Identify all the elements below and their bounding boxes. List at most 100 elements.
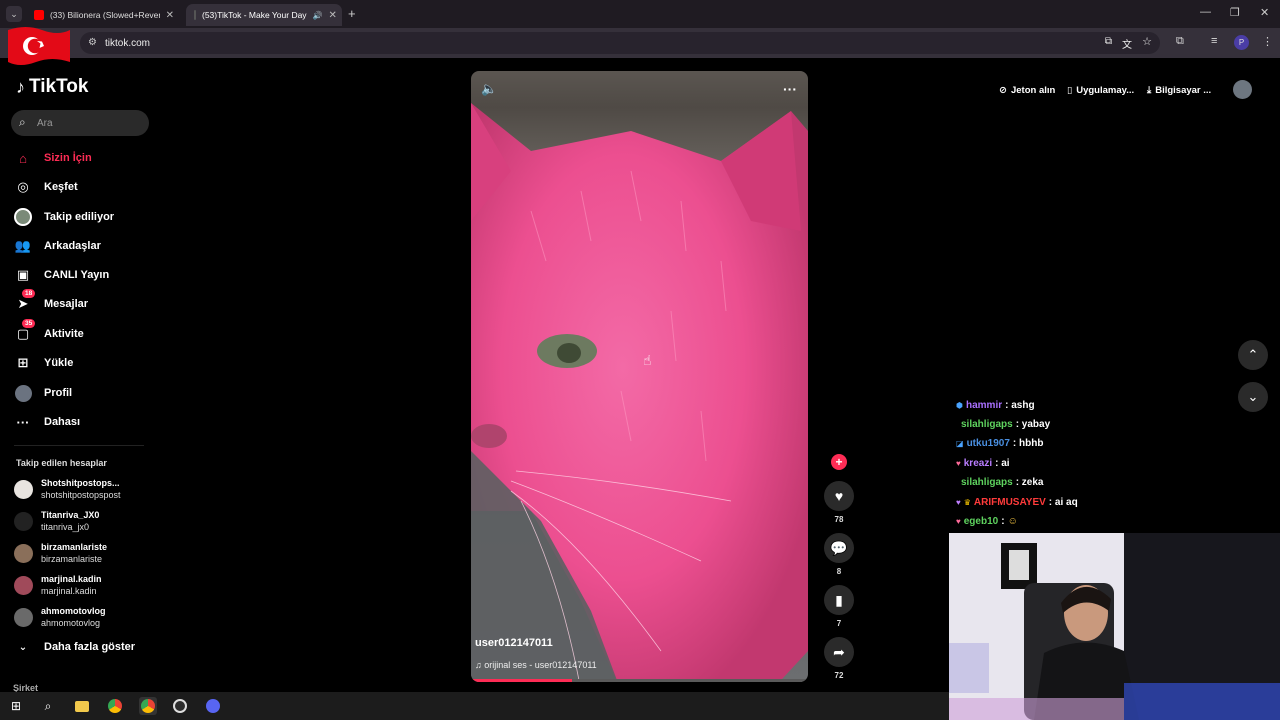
install-app-icon[interactable]: ⧉ xyxy=(1105,36,1112,47)
obs-icon[interactable] xyxy=(171,697,189,715)
activity-badge: 35 xyxy=(22,319,36,328)
nav-live[interactable]: ▣ CANLI Yayın xyxy=(14,263,109,287)
chrome-icon[interactable] xyxy=(106,697,124,715)
nav-friends[interactable]: 👥 Arkadaşlar xyxy=(14,234,101,258)
heart-icon: ♥ xyxy=(824,481,854,511)
divider xyxy=(14,445,144,446)
home-icon: ⌂ xyxy=(19,150,27,166)
nav-for-you[interactable]: ⌂ Sizin İçin xyxy=(14,146,92,170)
video-options-icon[interactable]: ··· xyxy=(783,81,797,97)
show-more-button[interactable]: ⌄ Daha fazla göster xyxy=(14,635,135,659)
account-name: Titanriva_JX0 xyxy=(41,510,100,520)
nav-label: Keşfet xyxy=(44,181,78,193)
nav-activity[interactable]: ▢ 35 Aktivite xyxy=(14,319,84,346)
browser-tab-bar: ⌄ (33) Bilionera (Slowed+Reverb) ✕ (53)T… xyxy=(0,0,1280,28)
windows-start-icon[interactable]: ⊞ xyxy=(7,697,25,715)
nav-messages[interactable]: ➤ 18 Mesajlar xyxy=(14,289,89,316)
restore-button[interactable]: ❐ xyxy=(1230,6,1240,19)
following-account[interactable]: birzamanlariste birzamanlariste xyxy=(14,542,107,565)
close-tab-icon[interactable]: ✕ xyxy=(329,10,337,21)
following-account[interactable]: Titanriva_JX0 titanriva_jx0 xyxy=(14,510,99,533)
video-player[interactable]: 🔈 ··· user012147011 ♫ orijinal ses - use… xyxy=(471,71,808,682)
avatar xyxy=(14,576,33,595)
comment-count: 8 xyxy=(836,567,842,576)
new-tab-button[interactable]: + xyxy=(348,6,356,21)
site-info-icon[interactable]: ⚙ xyxy=(88,37,97,48)
desktop-label: Bilgisayar ... xyxy=(1155,84,1212,96)
account-handle: shotshitpostopspost xyxy=(41,489,121,500)
logo-text: TikTok xyxy=(29,76,89,97)
share-action[interactable]: ➦ 72 xyxy=(824,637,854,680)
comment-action[interactable]: 💬 8 xyxy=(824,533,854,576)
search-input[interactable]: ⌕ Ara xyxy=(11,110,149,136)
close-window-button[interactable]: ✕ xyxy=(1260,6,1269,19)
more-icon: ··· xyxy=(16,414,30,430)
get-app-button[interactable]: ▯ Uygulamay... xyxy=(1067,82,1134,98)
translate-icon[interactable]: 文 xyxy=(1122,36,1132,51)
following-account[interactable]: ahmomotovlog ahmomotovlog xyxy=(14,606,106,629)
crown-icon: ♛ xyxy=(963,498,971,507)
like-count: 78 xyxy=(834,515,844,524)
live-icon: ▣ xyxy=(16,267,30,282)
account-handle: ahmomotovlog xyxy=(41,617,101,628)
close-tab-icon[interactable]: ✕ xyxy=(166,10,174,21)
emoji-icon: ☺ xyxy=(1007,516,1018,527)
profile-avatar[interactable]: P xyxy=(1234,35,1249,50)
nav-following[interactable]: Takip ediliyor xyxy=(14,205,114,229)
nav-label: Arkadaşlar xyxy=(44,240,101,252)
previous-video-button[interactable]: ⌃ xyxy=(1238,340,1268,370)
bookmark-count: 7 xyxy=(836,619,842,628)
user-avatar[interactable] xyxy=(1233,80,1252,99)
cat-video-frame xyxy=(471,103,808,682)
nav-label: Profil xyxy=(44,387,73,399)
url-text: tiktok.com xyxy=(105,37,151,49)
account-handle: birzamanlariste xyxy=(41,553,103,564)
video-sound[interactable]: ♫ orijinal ses - user012147011 xyxy=(475,660,597,670)
tiktok-logo[interactable]: ♪ TikTok xyxy=(16,76,88,98)
nav-label: Mesajlar xyxy=(44,298,89,310)
video-username[interactable]: user012147011 xyxy=(475,637,553,649)
following-account[interactable]: Shotshitpostops... shotshitpostopspost xyxy=(14,478,121,501)
tab-tiktok[interactable]: (53)TikTok - Make Your Day 🔊 ✕ xyxy=(186,4,342,26)
account-handle: titanriva_jx0 xyxy=(41,521,90,532)
nav-profile[interactable]: Profil xyxy=(14,381,72,405)
bookmark-action[interactable]: ▮ 7 xyxy=(824,585,854,628)
hand-cursor-icon: ☝ xyxy=(643,352,652,368)
nav-explore[interactable]: ◎ Keşfet xyxy=(14,175,78,199)
url-field[interactable]: ⚙ tiktok.com ⧉ 文 ☆ xyxy=(80,32,1160,54)
avatar xyxy=(14,608,33,627)
avatar xyxy=(14,480,33,499)
chrome-active-icon[interactable] xyxy=(139,697,157,715)
badge-icon: ◪ xyxy=(956,439,964,448)
next-video-button[interactable]: ⌄ xyxy=(1238,382,1268,412)
tab-search-button[interactable]: ⌄ xyxy=(6,6,22,22)
file-explorer-icon[interactable] xyxy=(73,697,91,715)
following-account[interactable]: marjinal.kadin marjinal.kadin xyxy=(14,574,102,597)
media-control-icon[interactable]: ≡ xyxy=(1211,35,1217,47)
app-label: Uygulamay... xyxy=(1076,84,1135,96)
menu-kebab-icon[interactable]: ⋮ xyxy=(1262,35,1273,48)
chat-message: ♥ kreazi : ai xyxy=(956,458,1010,469)
search-icon[interactable]: ⌕ xyxy=(39,697,57,715)
chat-user: utku1907 xyxy=(966,438,1010,449)
chat-user: ARIFMUSAYEV xyxy=(973,497,1046,508)
nav-more[interactable]: ··· Dahası xyxy=(14,410,81,434)
badge-icon: ♥ xyxy=(956,517,961,526)
video-progress-bar[interactable] xyxy=(471,679,808,682)
chat-user: silahligaps xyxy=(961,477,1013,488)
minimize-button[interactable]: — xyxy=(1200,6,1211,18)
badge-icon: ♥ xyxy=(956,459,961,468)
desktop-app-button[interactable]: ⤓ Bilgisayar ... xyxy=(1147,82,1211,98)
speaker-icon[interactable]: 🔊 xyxy=(313,11,323,20)
get-coins-button[interactable]: ⊘ Jeton alın xyxy=(999,82,1055,98)
bookmark-star-icon[interactable]: ☆ xyxy=(1142,35,1152,48)
extensions-icon[interactable]: ⧉ xyxy=(1176,35,1184,48)
following-section-title: Takip edilen hesaplar xyxy=(16,458,107,468)
follow-plus-button[interactable]: + xyxy=(831,454,847,470)
mute-toggle-icon[interactable]: 🔈 xyxy=(481,81,497,97)
discord-icon[interactable] xyxy=(204,697,222,715)
like-action[interactable]: ♥ 78 xyxy=(824,481,854,524)
coins-label: Jeton alın xyxy=(1010,84,1056,96)
activity-icon: ▢ 35 xyxy=(14,319,36,343)
nav-upload[interactable]: ⊞ Yükle xyxy=(14,351,74,375)
